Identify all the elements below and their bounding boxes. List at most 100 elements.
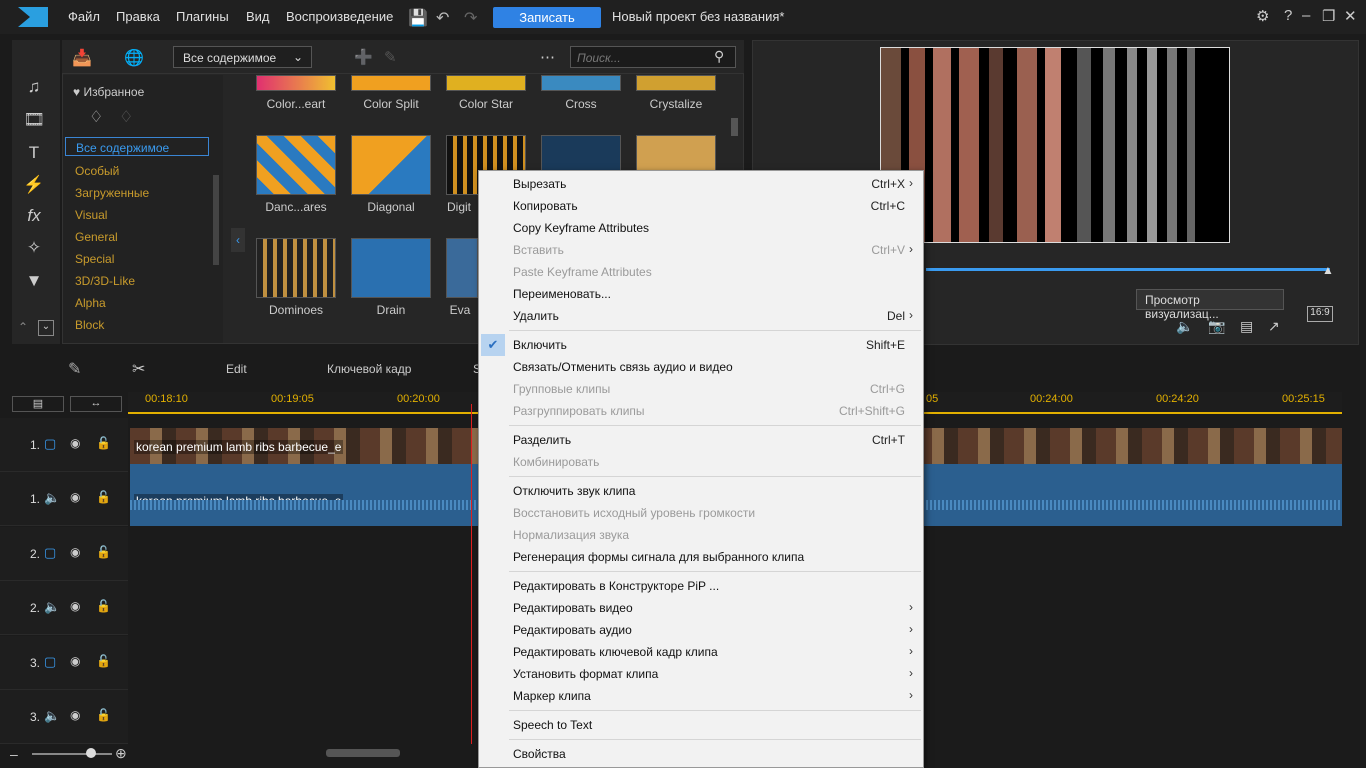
context-menu-item[interactable]: Разделить Ctrl+T xyxy=(479,429,923,451)
zoom-handle[interactable] xyxy=(86,748,96,758)
visibility-eye-icon[interactable]: ◉ xyxy=(70,599,80,613)
aspect-ratio-selector[interactable]: 16:9 xyxy=(1307,306,1333,322)
video-room-icon[interactable]: 🎞 xyxy=(10,107,58,133)
snapshot-icon[interactable]: 📷 xyxy=(1208,318,1225,335)
audio-room-icon[interactable]: ▼ xyxy=(10,268,58,294)
lock-icon[interactable]: 🔓 xyxy=(96,545,111,559)
context-menu-item[interactable]: Copy Keyframe Attributes xyxy=(479,217,923,239)
transition-thumb[interactable] xyxy=(446,238,478,298)
edit-icon[interactable]: ✎ xyxy=(384,48,397,66)
scissors-icon[interactable]: ✂ xyxy=(132,359,145,379)
zoom-in-icon[interactable]: ⊕ xyxy=(115,745,127,762)
context-menu-item[interactable]: Speech to Text xyxy=(479,714,923,736)
search-input[interactable]: Поиск... xyxy=(570,46,736,68)
context-menu-item[interactable]: Копировать Ctrl+C xyxy=(479,195,923,217)
scroll-up-icon[interactable]: ⌃ xyxy=(18,320,28,334)
context-menu-item[interactable]: Отключить звук клипа xyxy=(479,480,923,502)
category-item[interactable]: 3D/3D-Like xyxy=(75,274,135,288)
category-item[interactable]: Visual xyxy=(75,208,107,222)
content-filter-dropdown[interactable]: Все содержимое ⌄ xyxy=(173,46,312,68)
context-menu-item[interactable]: Установить формат клипа › xyxy=(479,663,923,685)
menu-playback[interactable]: Воспроизведение xyxy=(286,9,393,24)
restore-icon[interactable]: ❐ xyxy=(1322,7,1335,25)
menu-edit[interactable]: Правка xyxy=(116,9,160,24)
visibility-eye-icon[interactable]: ◉ xyxy=(70,654,80,668)
transition-thumb[interactable] xyxy=(351,135,431,195)
redo-icon[interactable]: ↷ xyxy=(464,8,477,28)
transition-thumb[interactable] xyxy=(446,75,526,91)
add-to-favorites-icon[interactable]: ➕ xyxy=(354,48,373,66)
lock-icon[interactable]: 🔓 xyxy=(96,436,111,450)
timeline-scrollbar[interactable] xyxy=(326,749,400,757)
track-manager-icon[interactable]: ▤ xyxy=(12,396,64,412)
close-icon[interactable]: ✕ xyxy=(1344,7,1357,25)
volume-icon[interactable]: 🔈 xyxy=(1176,318,1193,335)
context-menu-item[interactable]: Маркер клипа › xyxy=(479,685,923,707)
media-room-icon[interactable]: ♫ xyxy=(10,74,58,100)
keyframe-tool[interactable]: Ключевой кадр xyxy=(327,362,411,376)
category-item[interactable]: General xyxy=(75,230,118,244)
context-menu-item[interactable]: Редактировать ключевой кадр клипа › xyxy=(479,641,923,663)
record-button[interactable]: Записать xyxy=(493,7,601,28)
context-menu-item[interactable]: Свойства xyxy=(479,743,923,765)
preview-progress-bar[interactable] xyxy=(926,268,1330,271)
grid-view-icon[interactable]: ⋯ xyxy=(540,48,555,66)
preview-frame[interactable] xyxy=(880,47,1230,243)
collapse-panel-icon[interactable]: ‹ xyxy=(231,228,245,252)
transition-thumb[interactable] xyxy=(636,75,716,91)
save-icon[interactable]: 💾 xyxy=(408,8,428,28)
category-item[interactable]: Особый xyxy=(75,164,119,178)
help-icon[interactable]: ? xyxy=(1284,7,1292,24)
transition-thumb[interactable] xyxy=(351,238,431,298)
visibility-eye-icon[interactable]: ◉ xyxy=(70,708,80,722)
lock-icon[interactable]: 🔓 xyxy=(96,490,111,504)
lock-icon[interactable]: 🔓 xyxy=(96,708,111,722)
library-scrollbar[interactable] xyxy=(731,118,738,136)
search-icon[interactable]: ⚲ xyxy=(714,48,724,65)
context-menu-item[interactable]: Редактировать аудио › xyxy=(479,619,923,641)
transition-thumb[interactable] xyxy=(256,238,336,298)
context-menu-item[interactable]: Связать/Отменить связь аудио и видео xyxy=(479,356,923,378)
subtitle-icon[interactable]: ▤ xyxy=(1240,318,1253,335)
context-menu-item[interactable]: Редактировать в Конструкторе PiP ... xyxy=(479,575,923,597)
zoom-slider[interactable] xyxy=(32,753,112,755)
add-tag-icon[interactable]: ♢ xyxy=(89,107,103,127)
menu-file[interactable]: Файл xyxy=(68,9,100,24)
scrub-handle-icon[interactable]: ▲ xyxy=(1322,263,1334,277)
menu-view[interactable]: Вид xyxy=(246,9,270,24)
lock-icon[interactable]: 🔓 xyxy=(96,599,111,613)
undock-icon[interactable]: ↗ xyxy=(1268,318,1280,335)
category-item[interactable]: Alpha xyxy=(75,296,106,310)
edit-tool[interactable]: Edit xyxy=(226,362,247,376)
category-item[interactable]: Загруженные xyxy=(75,186,149,200)
context-menu-item[interactable]: Удалить Del › xyxy=(479,305,923,327)
minimize-icon[interactable]: – xyxy=(1302,7,1310,24)
category-item[interactable]: Special xyxy=(75,252,114,266)
playhead[interactable] xyxy=(471,404,472,744)
context-menu-item[interactable]: Переименовать... xyxy=(479,283,923,305)
fit-timeline-icon[interactable]: ↔ xyxy=(70,396,122,412)
pen-icon[interactable]: ✎ xyxy=(68,359,81,379)
transition-thumb[interactable] xyxy=(256,135,336,195)
context-menu-item[interactable]: ✔ Включить Shift+E xyxy=(479,334,923,356)
render-preview-button[interactable]: Просмотр визуализац... xyxy=(1136,289,1284,321)
category-item[interactable]: Block xyxy=(75,318,104,332)
scroll-down-icon[interactable]: ⌄ xyxy=(38,320,54,336)
remove-tag-icon[interactable]: ♢ xyxy=(119,107,133,127)
undo-icon[interactable]: ↶ xyxy=(436,8,449,28)
settings-gear-icon[interactable]: ⚙ xyxy=(1256,7,1269,25)
context-menu-item[interactable]: Регенерация формы сигнала для выбранного… xyxy=(479,546,923,568)
category-all-content[interactable]: Все содержимое xyxy=(65,137,209,156)
category-scrollbar[interactable] xyxy=(213,175,219,265)
title-room-icon[interactable]: T xyxy=(10,140,58,166)
context-menu-item[interactable]: Редактировать видео › xyxy=(479,597,923,619)
import-icon[interactable]: 📥 xyxy=(72,48,92,68)
visibility-eye-icon[interactable]: ◉ xyxy=(70,545,80,559)
transition-room-icon[interactable]: ⚡ xyxy=(10,172,58,198)
transition-thumb[interactable] xyxy=(351,75,431,91)
lock-icon[interactable]: 🔓 xyxy=(96,654,111,668)
transition-thumb[interactable] xyxy=(541,75,621,91)
transition-thumb[interactable] xyxy=(256,75,336,91)
fx-room-icon[interactable]: fx xyxy=(10,203,58,229)
zoom-out-icon[interactable]: – xyxy=(10,746,18,762)
